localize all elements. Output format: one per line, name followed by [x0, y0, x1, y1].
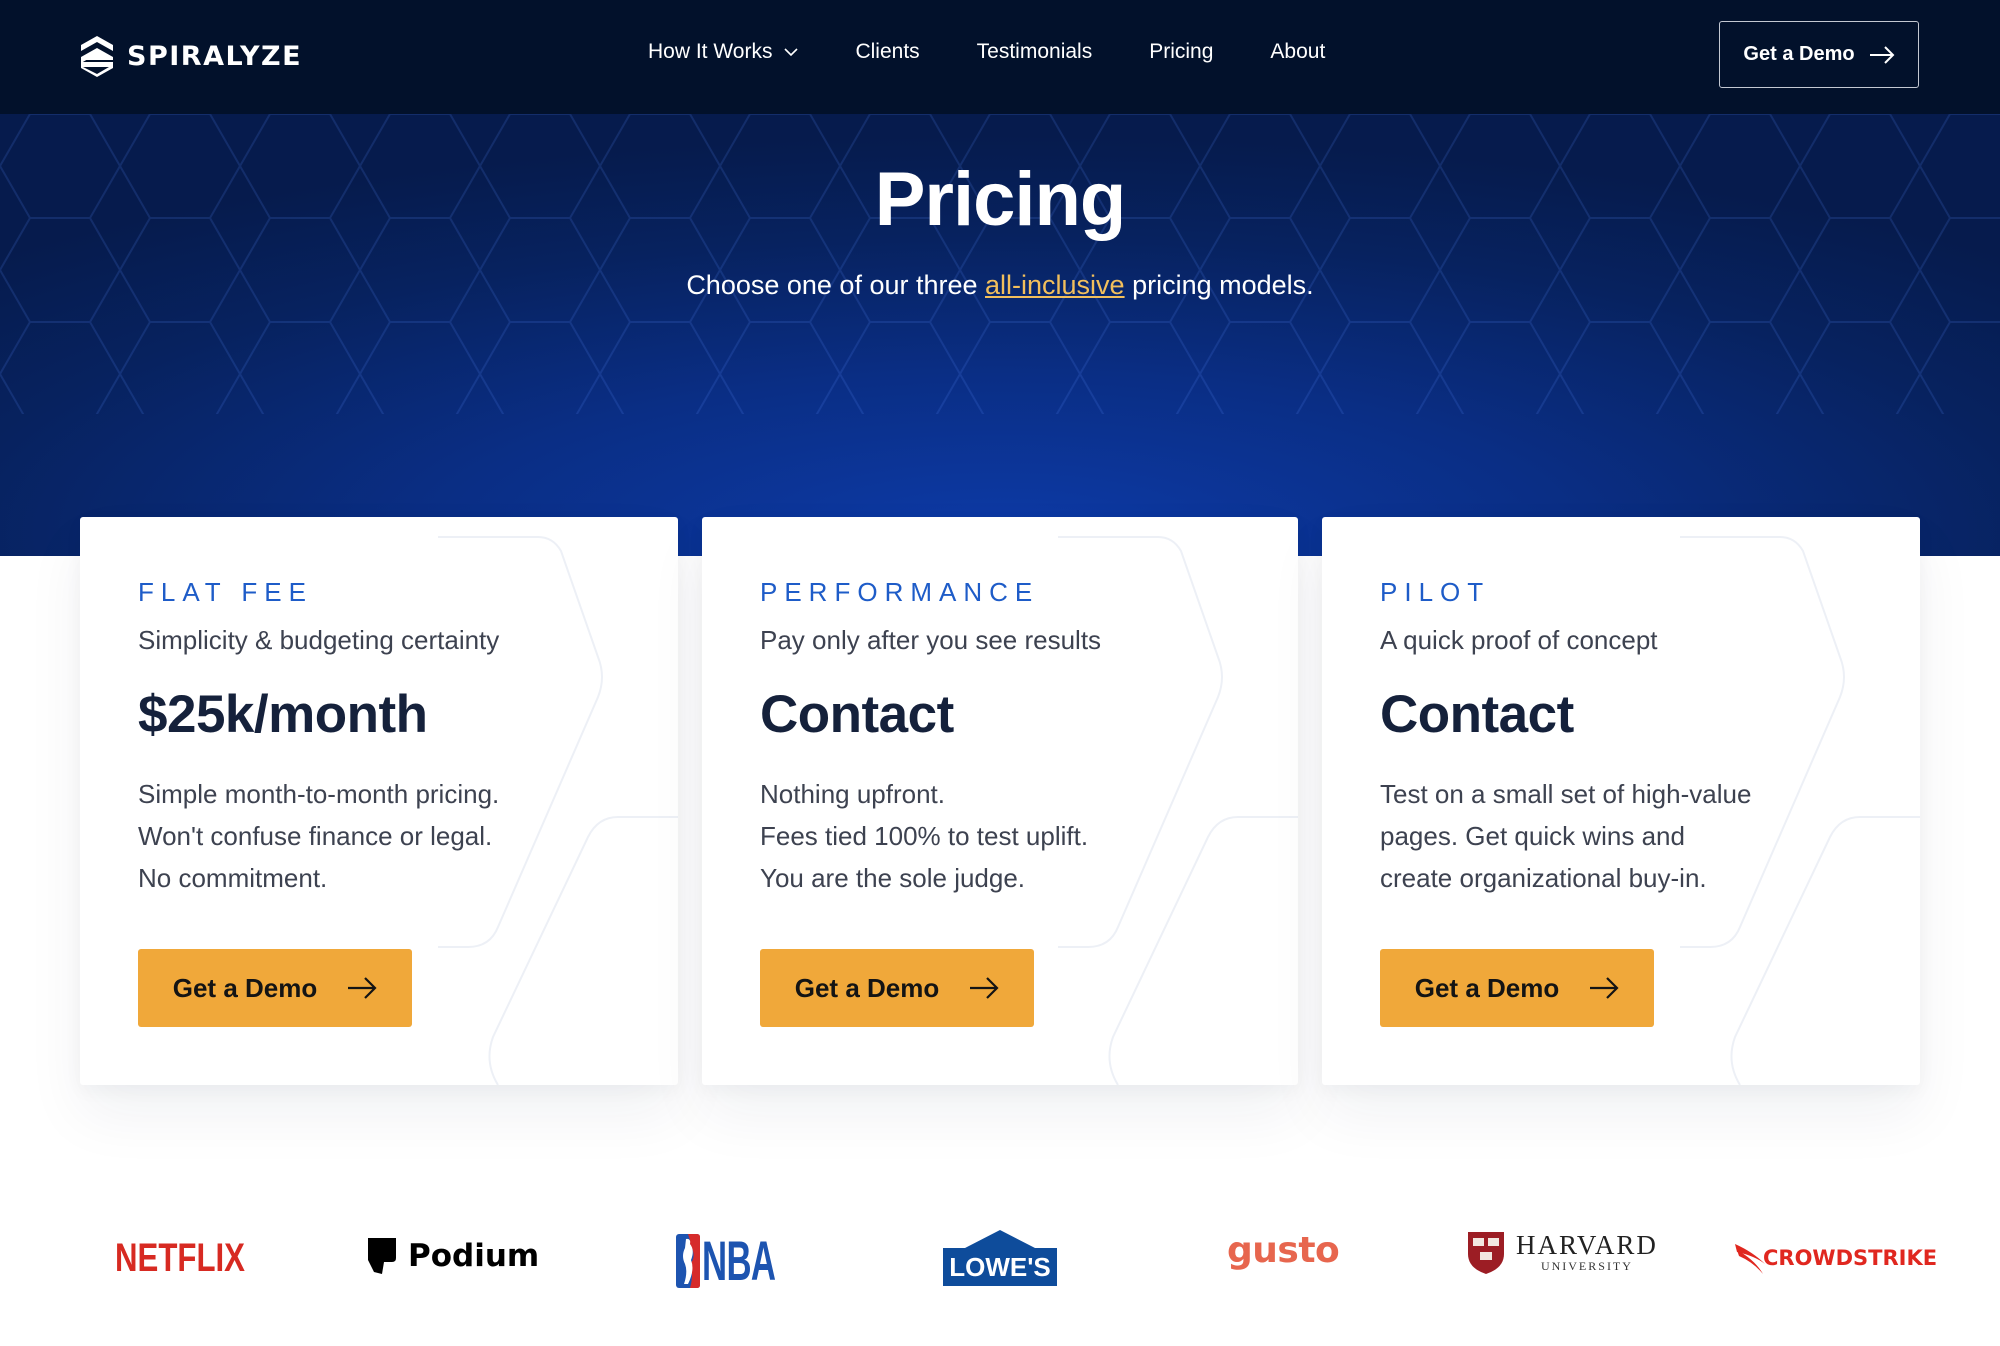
crowdstrike-wordmark: CROWDSTRIKE — [1763, 1246, 1938, 1270]
plan-label: FLAT FEE — [138, 577, 313, 607]
nav-clients-label: Clients — [855, 40, 920, 63]
pricing-card-performance: PERFORMANCE Pay only after you see resul… — [702, 517, 1298, 1085]
all-inclusive-link[interactable]: all-inclusive — [985, 270, 1125, 300]
nav-testimonials[interactable]: Testimonials — [977, 40, 1093, 64]
description-line: No commitment. — [138, 863, 328, 893]
chevron-down-icon — [784, 47, 799, 56]
nav-testimonials-label: Testimonials — [976, 40, 1093, 63]
plan-price: Contact — [1380, 685, 1574, 744]
gusto-logo: gusto — [1227, 1230, 1340, 1271]
description-line: Simple month-to-month pricing. — [138, 779, 500, 809]
nba-wordmark: NBA — [702, 1229, 776, 1292]
get-demo-button[interactable]: Get a Demo — [1380, 949, 1654, 1027]
description-line: pages. Get quick wins and — [1380, 821, 1685, 851]
nav-how-it-works[interactable]: How It Works — [648, 40, 799, 64]
nba-logo: NBA — [676, 1228, 820, 1293]
plan-description: Nothing upfront. Fees tied 100% to test … — [760, 773, 1258, 899]
plan-tagline: Pay only after you see results — [760, 625, 1102, 655]
spiralyze-chevrons-icon — [81, 36, 113, 77]
arrow-right-icon — [970, 977, 999, 999]
hero-subtitle-start: Choose one of our three — [686, 270, 986, 300]
harvard-wordmark: HARVARD UNIVERSITY — [1516, 1232, 1658, 1274]
description-line: Test on a small set of high-value — [1380, 779, 1752, 809]
arrow-right-icon — [348, 977, 377, 999]
brand-logo[interactable]: SPIRALYZE — [79, 34, 302, 78]
harvard-shield-icon — [1468, 1232, 1504, 1274]
nav-clients[interactable]: Clients — [855, 40, 919, 64]
netflix-logo: NETFLIX — [115, 1236, 246, 1280]
nav-how-it-works-label: How It Works — [648, 40, 773, 63]
pricing-card-flat-fee: FLAT FEE Simplicity & budgeting certaint… — [80, 517, 678, 1085]
podium-wordmark: Podium — [408, 1238, 540, 1274]
get-demo-button[interactable]: Get a Demo — [760, 949, 1034, 1027]
get-demo-nav-label: Get a Demo — [1743, 43, 1855, 65]
nav-pricing[interactable]: Pricing — [1149, 40, 1213, 64]
get-demo-nav-button[interactable]: Get a Demo — [1719, 21, 1919, 88]
description-line: create organizational buy-in. — [1380, 863, 1707, 893]
podium-mark-icon — [368, 1238, 396, 1274]
pricing-hero: Pricing Choose one of our three all-incl… — [0, 114, 2000, 556]
plan-description: Simple month-to-month pricing. Won't con… — [138, 773, 638, 899]
description-line: Won't confuse finance or legal. — [138, 821, 493, 851]
nba-silhouette-icon — [676, 1233, 700, 1288]
get-demo-button[interactable]: Get a Demo — [138, 949, 412, 1027]
plan-price: Contact — [760, 685, 954, 744]
lowes-wordmark: LOWE'S — [949, 1252, 1051, 1282]
plan-tagline: Simplicity & budgeting certainty — [138, 625, 500, 655]
pricing-card-pilot: PILOT A quick proof of concept Contact T… — [1322, 517, 1920, 1085]
nav-pricing-label: Pricing — [1149, 40, 1214, 63]
podium-logo: Podium — [368, 1238, 539, 1274]
brand-name: SPIRALYZE — [127, 40, 303, 72]
page-title: Pricing — [874, 157, 1127, 242]
nav-about[interactable]: About — [1270, 40, 1325, 64]
plan-price: $25k/month — [138, 685, 428, 744]
plan-description: Test on a small set of high-value pages.… — [1380, 773, 1880, 899]
client-logos: NETFLIX Podium NBA LOWE'S gusto HARVARD … — [0, 1210, 2000, 1310]
hero-subtitle: Choose one of our three all-inclusive pr… — [0, 270, 2000, 301]
lowes-house-icon: LOWE'S — [943, 1230, 1057, 1286]
arrow-right-icon — [1590, 977, 1619, 999]
arrow-right-icon — [1869, 45, 1894, 64]
harvard-university: UNIVERSITY — [1540, 1259, 1633, 1273]
main-menu: How It Works Clients Testimonials Pricin… — [648, 40, 1325, 64]
plan-tagline: A quick proof of concept — [1380, 625, 1658, 655]
get-demo-label: Get a Demo — [1414, 972, 1560, 1003]
lowes-logo: LOWE'S — [943, 1230, 1057, 1286]
top-nav: SPIRALYZE How It Works Clients Testimoni… — [0, 0, 2000, 114]
get-demo-label: Get a Demo — [794, 972, 940, 1003]
plan-label: PERFORMANCE — [760, 577, 1040, 607]
hero-subtitle-end: pricing models. — [1124, 270, 1314, 300]
plan-label: PILOT — [1380, 577, 1491, 607]
description-line: Nothing upfront. — [760, 779, 946, 809]
harvard-logo: HARVARD UNIVERSITY — [1468, 1232, 1658, 1274]
harvard-name: HARVARD — [1516, 1230, 1658, 1260]
crowdstrike-logo: CROWDSTRIKE — [1735, 1240, 1937, 1276]
description-line: Fees tied 100% to test uplift. — [760, 821, 1089, 851]
nav-about-label: About — [1270, 40, 1326, 63]
get-demo-label: Get a Demo — [172, 972, 318, 1003]
description-line: You are the sole judge. — [760, 863, 1026, 893]
